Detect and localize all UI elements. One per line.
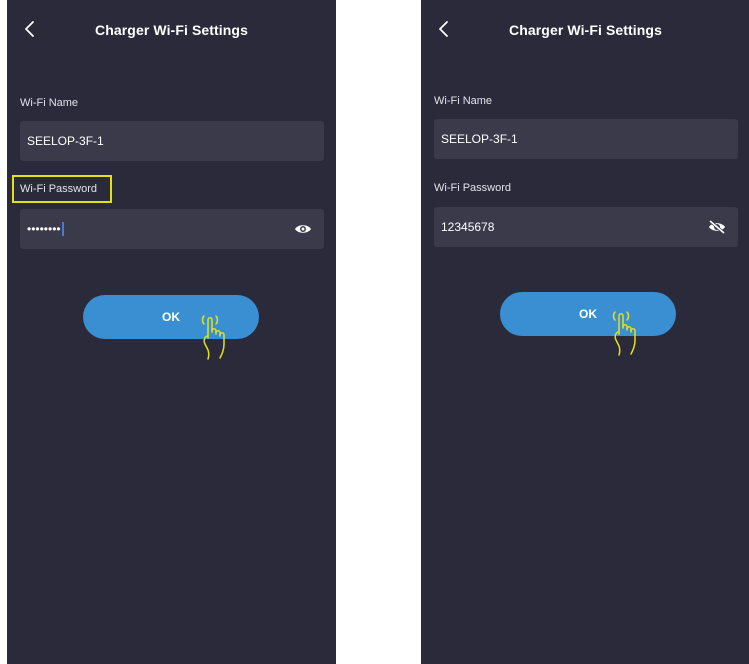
wifi-name-field[interactable]: SEELOP-3F-1 <box>20 121 324 161</box>
wifi-password-value: 12345678 <box>441 220 495 234</box>
hide-password-button[interactable] <box>708 220 726 234</box>
page-title: Charger Wi-Fi Settings <box>509 22 662 38</box>
eye-slash-icon <box>708 220 726 234</box>
ok-button[interactable]: OK <box>83 295 259 339</box>
header-bar: Charger Wi-Fi Settings <box>7 0 336 62</box>
eye-icon <box>294 222 312 236</box>
ok-button[interactable]: OK <box>500 292 676 336</box>
show-password-button[interactable] <box>294 222 312 236</box>
wifi-password-field[interactable]: 12345678 <box>434 207 738 247</box>
wifi-password-value: •••••••• <box>27 222 61 236</box>
wifi-password-label: Wi-Fi Password <box>20 183 98 195</box>
wifi-name-label: Wi-Fi Name <box>434 95 493 107</box>
phone-screen-password-hidden: Charger Wi-Fi Settings Wi-Fi Name SEELOP… <box>7 0 336 664</box>
wifi-password-label: Wi-Fi Password <box>434 182 512 194</box>
phone-screen-password-visible: Charger Wi-Fi Settings Wi-Fi Name SEELOP… <box>421 0 749 664</box>
page-title: Charger Wi-Fi Settings <box>95 22 248 38</box>
wifi-name-value: SEELOP-3F-1 <box>27 134 104 148</box>
text-cursor <box>61 221 64 236</box>
wifi-name-label: Wi-Fi Name <box>20 97 79 109</box>
wifi-name-value: SEELOP-3F-1 <box>441 132 518 146</box>
wifi-name-field[interactable]: SEELOP-3F-1 <box>434 119 738 159</box>
wifi-password-field[interactable]: •••••••• <box>20 209 324 249</box>
header-bar: Charger Wi-Fi Settings <box>421 0 749 62</box>
